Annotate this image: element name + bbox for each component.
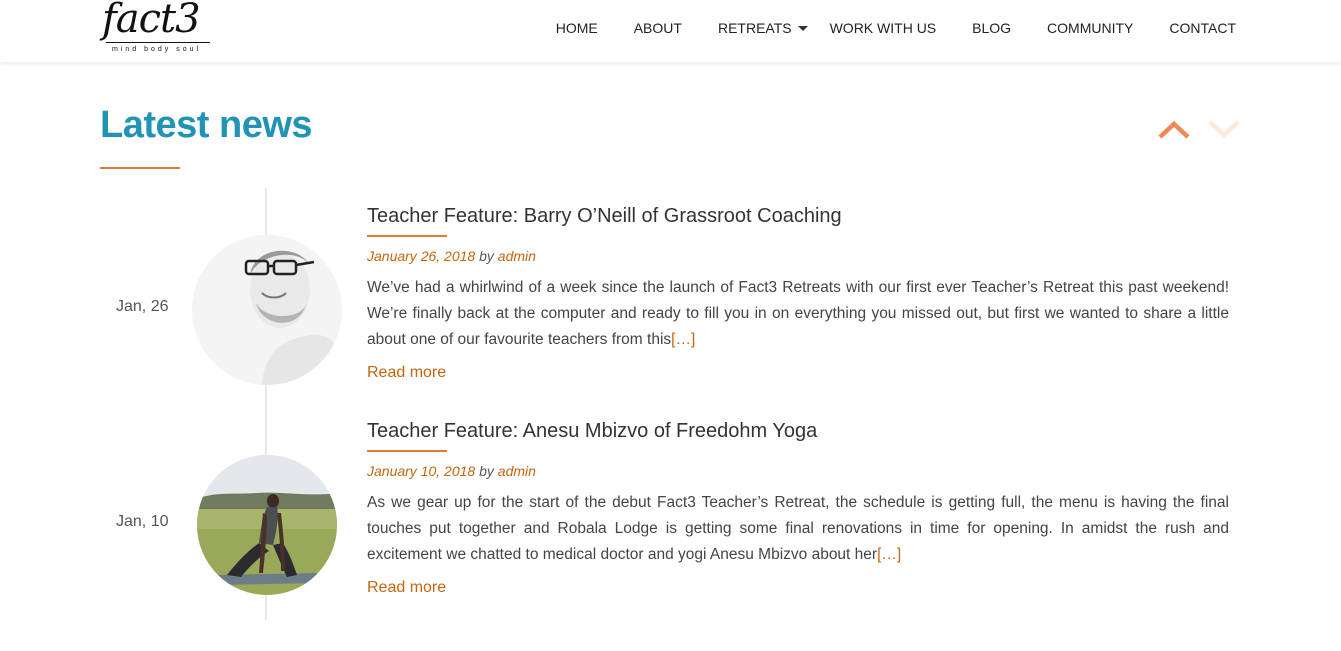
nav-home[interactable]: HOME [556, 20, 598, 36]
site-header: fact3 mind body soul HOME ABOUT RETREATS… [0, 0, 1341, 62]
post-author-link[interactable]: admin [498, 248, 536, 264]
post-excerpt: We’ve had a whirlwind of a week since th… [367, 275, 1229, 353]
post-by-label: by [479, 248, 494, 264]
nav-work-with-us[interactable]: WORK WITH US [830, 20, 937, 36]
read-more-link[interactable]: Read more [367, 364, 446, 382]
nav-contact[interactable]: CONTACT [1169, 20, 1236, 36]
nav-retreats-label: RETREATS [717, 20, 792, 36]
post-author-link[interactable]: admin [498, 463, 536, 479]
read-more-link[interactable]: Read more [367, 579, 446, 597]
chevron-down-icon[interactable] [1207, 118, 1241, 140]
post-thumbnail[interactable] [197, 455, 337, 595]
excerpt-more-link[interactable]: […] [671, 331, 695, 348]
section-title: Latest news [100, 104, 313, 146]
nav-community[interactable]: COMMUNITY [1047, 20, 1133, 36]
nav-about[interactable]: ABOUT [634, 20, 682, 36]
nav-retreats[interactable]: RETREATS [717, 20, 808, 36]
post-date-short: Jan, 10 [116, 513, 169, 530]
post-date-link[interactable]: January 26, 2018 [367, 248, 475, 264]
post-title-underline [367, 450, 447, 452]
nav-blog[interactable]: BLOG [972, 20, 1011, 36]
main-nav: HOME ABOUT RETREATS WORK WITH US BLOG CO… [556, 20, 1236, 36]
post-title-link[interactable]: Teacher Feature: Anesu Mbizvo of Freedoh… [367, 420, 817, 443]
post-title-underline [367, 235, 447, 237]
post-date-short: Jan, 26 [116, 298, 169, 315]
logo-tagline: mind body soul [112, 46, 202, 53]
excerpt-more-link[interactable]: […] [877, 546, 901, 563]
post-title-link[interactable]: Teacher Feature: Barry O’Neill of Grassr… [367, 205, 842, 228]
post-meta: January 10, 2018 by admin [367, 463, 536, 479]
post-by-label: by [479, 463, 494, 479]
post-date-link[interactable]: January 10, 2018 [367, 463, 475, 479]
fact3-logo[interactable]: fact3 mind body soul [100, 0, 212, 58]
logo-wordmark: fact3 [102, 0, 201, 42]
caret-down-icon [797, 25, 808, 31]
logo-underline [106, 42, 210, 43]
post-excerpt-text: We’ve had a whirlwind of a week since th… [367, 279, 1229, 348]
post-meta: January 26, 2018 by admin [367, 248, 536, 264]
post-excerpt-text: As we gear up for the start of the debut… [367, 494, 1229, 563]
post-thumbnail[interactable] [192, 235, 342, 385]
post-excerpt: As we gear up for the start of the debut… [367, 490, 1229, 568]
chevron-up-icon[interactable] [1157, 118, 1191, 140]
title-underline [100, 167, 180, 169]
